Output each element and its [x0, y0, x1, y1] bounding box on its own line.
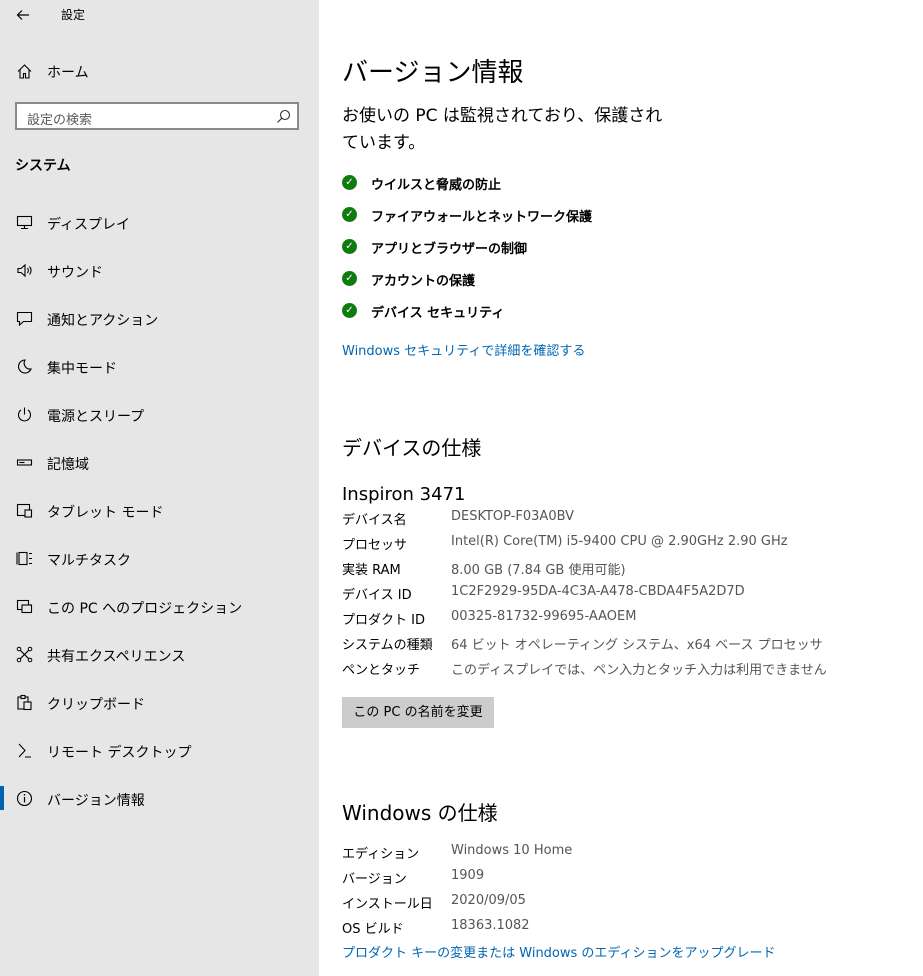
app-title: 設定: [61, 8, 86, 22]
sidebar-item-label: 共有エクスペリエンス: [47, 649, 186, 665]
tablet-icon: [14, 500, 34, 520]
security-item-label: ウイルスと脅威の防止: [371, 178, 502, 193]
spec-label: プロセッサ: [342, 538, 408, 553]
spec-value: 1C2F2929-95DA-4C3A-A478-CBDA4F5A2D7D: [451, 584, 745, 599]
spec-label: エディション: [342, 847, 420, 862]
security-item-label: アプリとブラウザーの制御: [371, 242, 528, 257]
sidebar-item-label: ディスプレイ: [47, 217, 131, 233]
storage-icon: [14, 452, 34, 472]
spec-value: DESKTOP-F03A0BV: [451, 509, 575, 524]
spec-label: デバイス名: [342, 513, 407, 528]
sidebar-item-label: タブレット モード: [47, 505, 164, 521]
upgrade-edition-link[interactable]: プロダクト キーの変更または Windows のエディションをアップグレード: [342, 942, 776, 961]
sidebar-item-projection[interactable]: この PC へのプロジェクション: [0, 586, 319, 626]
notification-icon: [14, 308, 34, 328]
spec-value: Windows 10 Home: [451, 843, 573, 858]
title-bar: 設定: [0, 0, 319, 30]
checkmark-icon: ✓: [342, 239, 357, 254]
power-icon: [14, 404, 34, 424]
sidebar-item-label: リモート デスクトップ: [47, 745, 192, 761]
back-button[interactable]: [12, 4, 34, 26]
spec-label: OS ビルド: [342, 922, 404, 937]
back-arrow-icon: [16, 10, 29, 20]
sidebar-item-display[interactable]: ディスプレイ: [0, 202, 319, 242]
moon-icon: [14, 356, 34, 376]
spec-value: 00325-81732-99695-AAOEM: [451, 609, 637, 624]
sidebar-item-label: 電源とスリープ: [47, 409, 145, 425]
sidebar-item-home[interactable]: ホーム: [0, 56, 319, 86]
clipboard-icon: [14, 692, 34, 712]
multitask-icon: [14, 548, 34, 568]
sidebar-item-label: マルチタスク: [47, 553, 131, 569]
search-input[interactable]: 設定の検索: [15, 102, 299, 130]
checkmark-icon: ✓: [342, 303, 357, 318]
windows-spec-heading: Windows の仕様: [342, 801, 498, 825]
sidebar-item-remote-desktop[interactable]: リモート デスクトップ: [0, 730, 319, 770]
security-item-label: ファイアウォールとネットワーク保護: [371, 210, 593, 225]
security-item-label: デバイス セキュリティ: [371, 306, 505, 321]
spec-value: 8.00 GB (7.84 GB 使用可能): [451, 563, 626, 578]
remote-icon: [14, 740, 34, 760]
spec-label: 実装 RAM: [342, 563, 401, 578]
projection-icon: [14, 596, 34, 616]
sidebar-item-home-label: ホーム: [47, 65, 89, 81]
device-spec-heading: デバイスの仕様: [342, 436, 482, 460]
spec-label: インストール日: [342, 897, 433, 912]
sidebar-item-clipboard[interactable]: クリップボード: [0, 682, 319, 722]
sidebar-item-storage[interactable]: 記憶域: [0, 442, 319, 482]
spec-label: システムの種類: [342, 638, 433, 653]
sidebar-item-label: 集中モード: [47, 361, 117, 377]
page-title: バージョン情報: [342, 58, 524, 88]
spec-value: このディスプレイでは、ペン入力とタッチ入力は利用できません: [451, 663, 827, 678]
spec-label: プロダクト ID: [342, 613, 425, 628]
spec-value: 64 ビット オペレーティング システム、x64 ベース プロセッサ: [451, 638, 823, 653]
spec-label: ペンとタッチ: [342, 663, 421, 678]
search-placeholder: 設定の検索: [27, 113, 93, 128]
sidebar-item-label: この PC へのプロジェクション: [47, 601, 243, 617]
sidebar-item-shared-experiences[interactable]: 共有エクスペリエンス: [0, 634, 319, 674]
spec-label: バージョン: [342, 872, 407, 887]
spec-label: デバイス ID: [342, 588, 412, 603]
protection-status-line: お使いの PC は監視されており、保護され: [342, 106, 663, 126]
sidebar-item-label: サウンド: [47, 265, 103, 281]
sidebar: 設定 ホーム 設定の検索 システム ディスプレイ サウンド 通知とアクション 集…: [0, 0, 319, 976]
info-icon: [14, 788, 34, 808]
sidebar-item-power-sleep[interactable]: 電源とスリープ: [0, 394, 319, 434]
sidebar-item-multitasking[interactable]: マルチタスク: [0, 538, 319, 578]
display-icon: [14, 212, 34, 232]
search-icon: [277, 109, 291, 123]
spec-value: 2020/09/05: [451, 893, 526, 908]
sidebar-item-about[interactable]: バージョン情報: [0, 778, 319, 818]
checkmark-icon: ✓: [342, 271, 357, 286]
sidebar-item-sound[interactable]: サウンド: [0, 250, 319, 290]
rename-pc-button[interactable]: この PC の名前を変更: [342, 697, 494, 728]
sidebar-item-notifications[interactable]: 通知とアクション: [0, 298, 319, 338]
sidebar-item-label: 通知とアクション: [47, 313, 159, 329]
sidebar-section-heading: システム: [15, 158, 71, 174]
checkmark-icon: ✓: [342, 175, 357, 190]
sidebar-item-label: クリップボード: [47, 697, 145, 713]
windows-security-link[interactable]: Windows セキュリティで詳細を確認する: [342, 340, 585, 359]
sidebar-item-focus-assist[interactable]: 集中モード: [0, 346, 319, 386]
home-icon: [14, 61, 34, 81]
sidebar-item-label: 記憶域: [47, 457, 89, 473]
spec-value: Intel(R) Core(TM) i5-9400 CPU @ 2.90GHz …: [451, 534, 788, 549]
spec-value: 18363.1082: [451, 918, 530, 933]
checkmark-icon: ✓: [342, 207, 357, 222]
share-icon: [14, 644, 34, 664]
sidebar-item-tablet-mode[interactable]: タブレット モード: [0, 490, 319, 530]
device-model: Inspiron 3471: [342, 484, 466, 505]
sidebar-item-label: バージョン情報: [47, 793, 145, 809]
protection-status-text: お使いの PC は監視されており、保護され ています。: [342, 103, 682, 157]
spec-value: 1909: [451, 868, 485, 883]
security-item-label: アカウントの保護: [371, 274, 476, 289]
speaker-icon: [14, 260, 34, 280]
protection-status-line: ています。: [342, 133, 426, 153]
